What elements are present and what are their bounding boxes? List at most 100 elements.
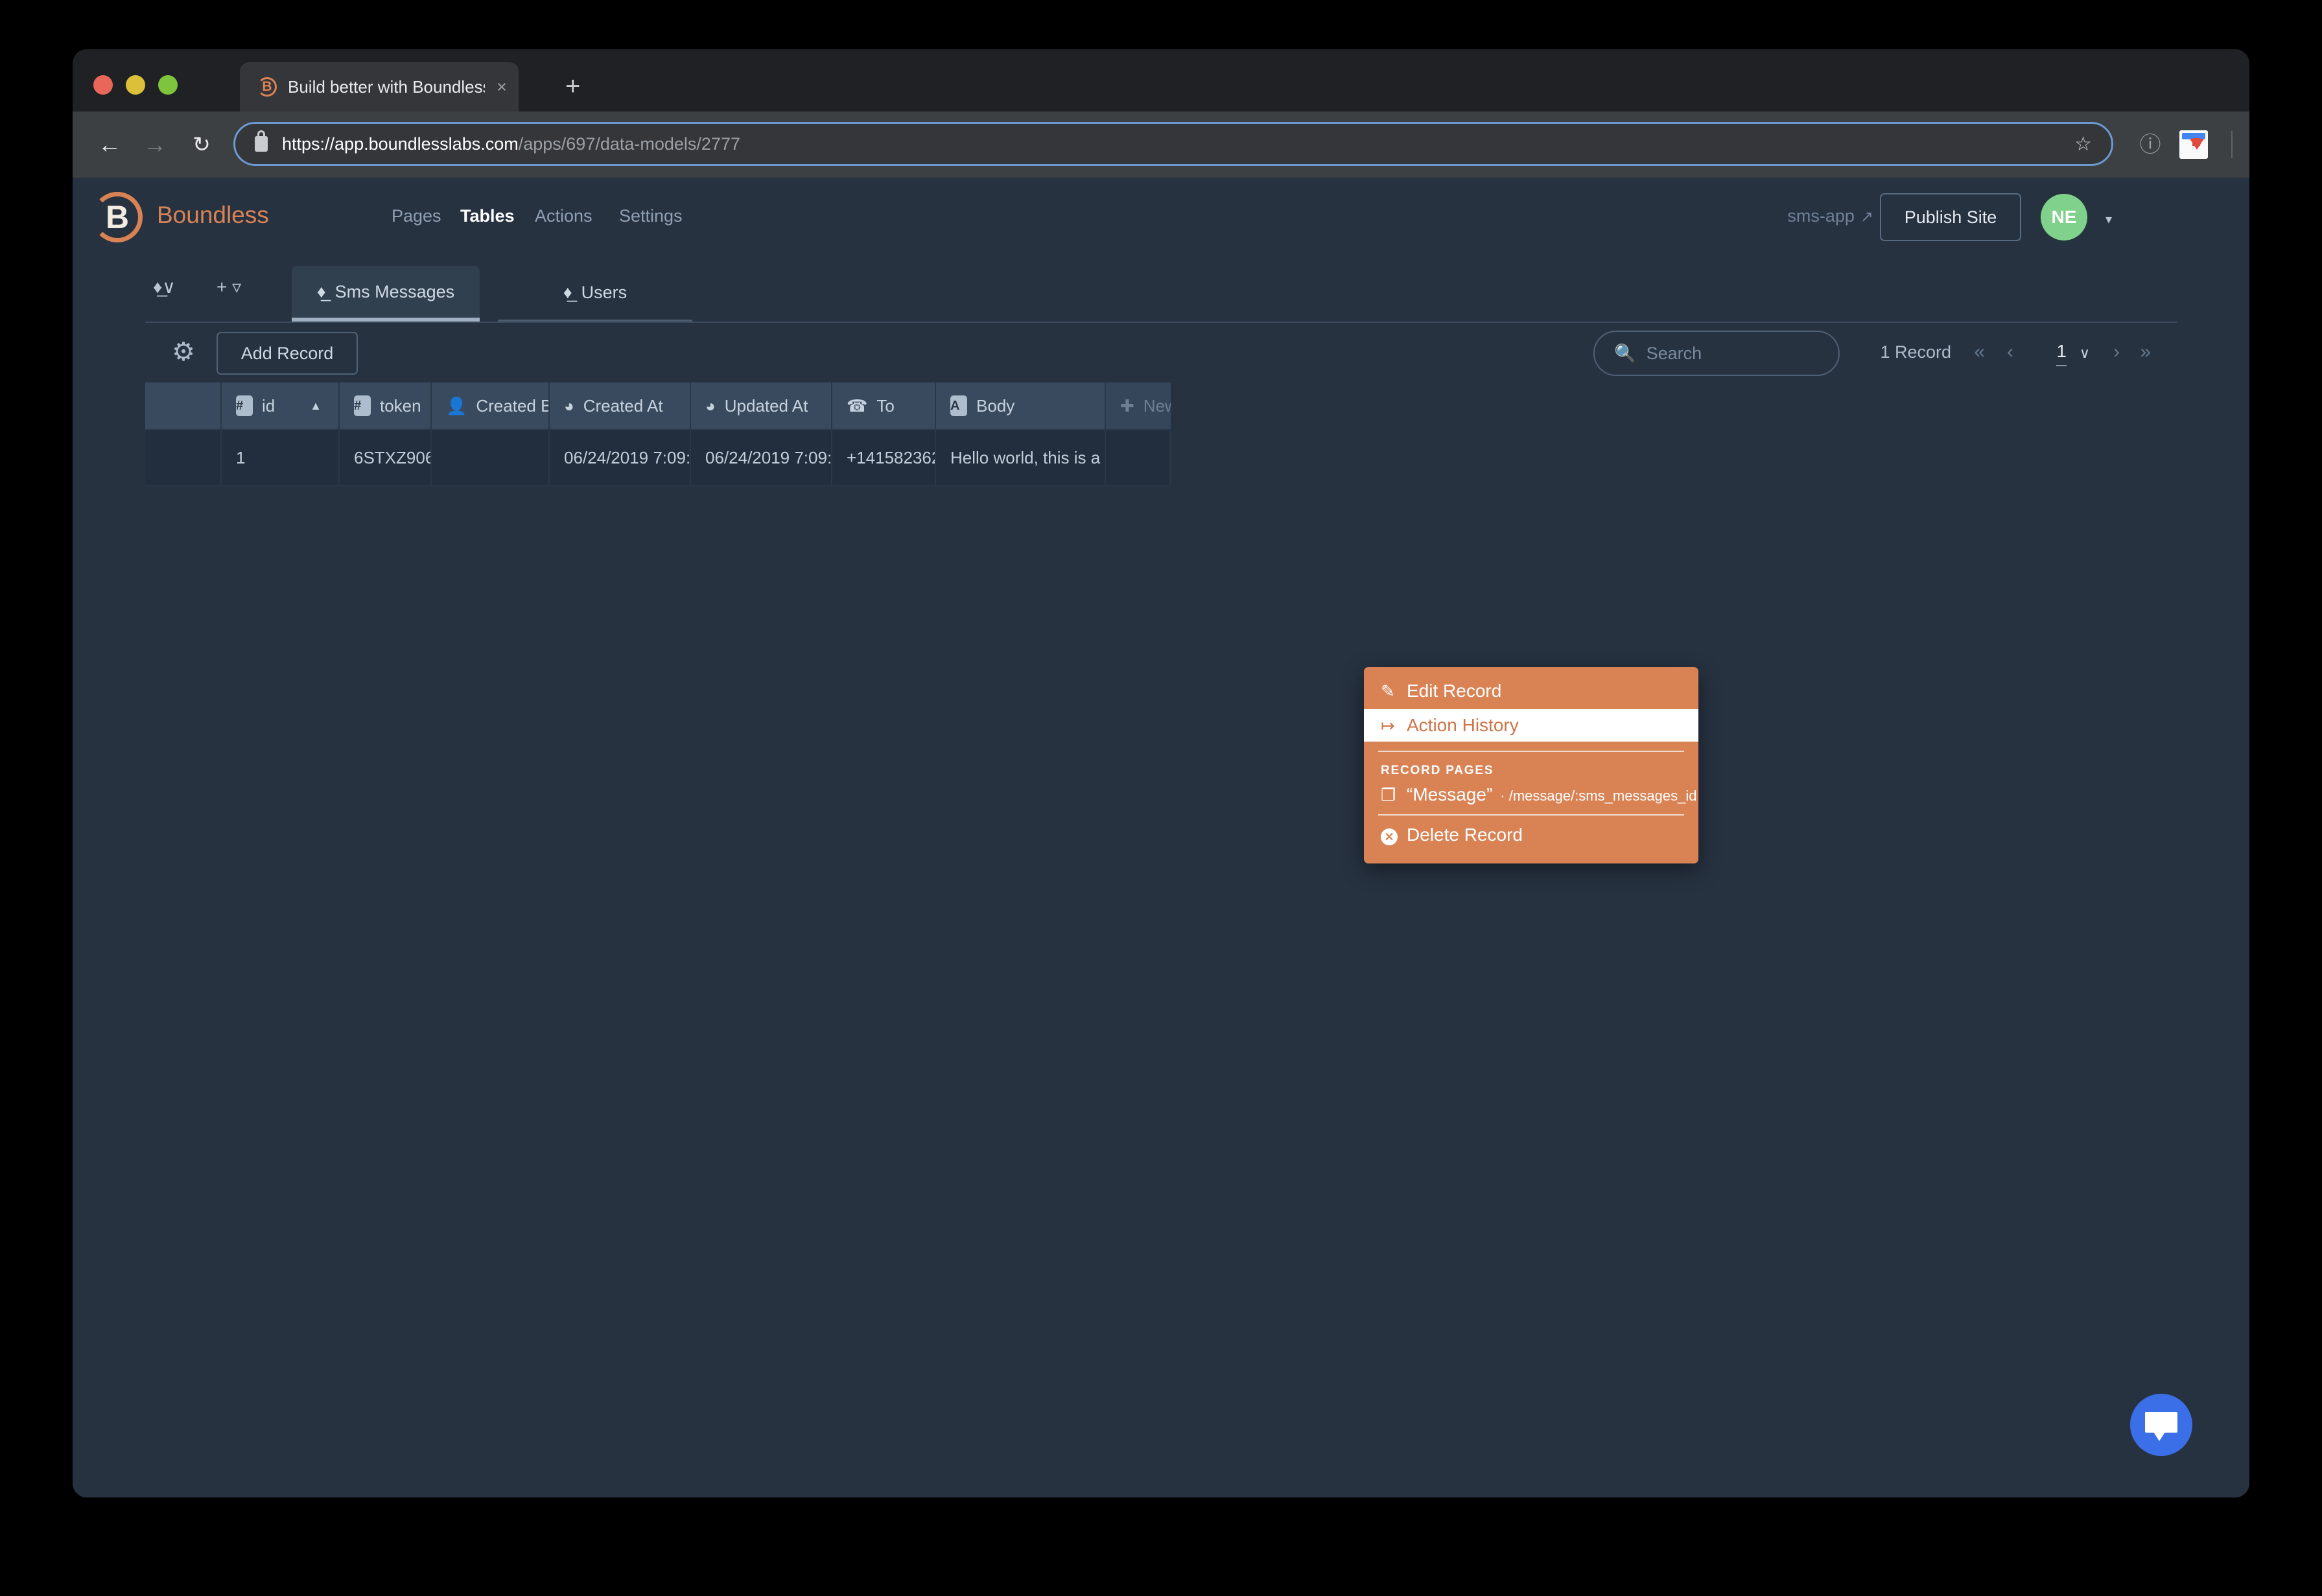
column-header-id-label: id [262, 395, 276, 416]
layers-icon: ♦̲ [563, 283, 572, 302]
cell-created-at[interactable]: 06/24/2019 7:09:45 PM [550, 430, 691, 486]
search-placeholder: Search [1646, 343, 1702, 363]
bookmark-star-icon[interactable]: ☆ [2074, 133, 2092, 156]
record-count-label: 1 Record [1880, 342, 1951, 362]
add-record-button[interactable]: Add Record [217, 332, 358, 375]
app-name-link[interactable]: sms-app ↗ [1787, 206, 1873, 226]
window-close-button[interactable] [93, 75, 113, 95]
column-header-token[interactable]: # token [340, 382, 432, 430]
logo-letter: B [105, 199, 130, 235]
extension-icon[interactable] [2179, 130, 2208, 159]
prev-page-button[interactable]: ‹ [2007, 341, 2013, 363]
cell-updated-at[interactable]: 06/24/2019 7:09:45 PM [691, 430, 832, 486]
record-context-menu: ✎ Edit Record ↦ Action History RECORD PA… [1364, 667, 1698, 863]
cell-created-by[interactable] [432, 430, 550, 486]
select-all-header[interactable] [145, 382, 222, 430]
menu-item-action-history[interactable]: ↦ Action History [1364, 709, 1698, 742]
menu-item-edit-record-label: Edit Record [1407, 681, 1502, 701]
avatar[interactable]: NE [2041, 194, 2087, 241]
number-icon: # [236, 395, 253, 416]
search-input[interactable]: 🔍 Search [1593, 331, 1840, 376]
window-maximize-button[interactable] [158, 75, 178, 95]
table-header-row: # id ▲ # token 👤 Created By ◕ Created At [145, 382, 2177, 430]
user-icon: 👤 [446, 395, 467, 416]
funnel-icon: ▿ [232, 277, 242, 297]
back-icon[interactable]: ← [92, 127, 127, 162]
table-row[interactable]: 1 6STXZ906… 06/24/2019 7:09:45 PM 06/24/… [145, 430, 2177, 486]
new-field-label: New Field [1143, 395, 1171, 416]
pencil-icon: ✎ [1381, 681, 1395, 701]
window-minimize-button[interactable] [126, 75, 145, 95]
column-header-to[interactable]: ☎ To [832, 382, 936, 430]
menu-item-edit-record[interactable]: ✎ Edit Record [1364, 676, 1698, 706]
column-header-id[interactable]: # id ▲ [222, 382, 340, 430]
forward-icon[interactable]: → [137, 127, 172, 162]
record-page-name: “Message” [1407, 784, 1493, 804]
plus-label: + [217, 277, 228, 297]
add-filter-button[interactable]: + ▿ [217, 276, 241, 298]
column-header-created-by[interactable]: 👤 Created By [432, 382, 550, 430]
chevron-down-icon[interactable]: ▾ [2105, 211, 2112, 228]
cell-new-field [1106, 430, 1171, 486]
nav-item-actions[interactable]: Actions [535, 206, 592, 226]
row-select-cell[interactable] [145, 430, 222, 486]
column-header-created-at[interactable]: ◕ Created At [550, 382, 691, 430]
column-header-to-label: To [876, 395, 895, 416]
cell-body[interactable]: Hello world, this is a message from [936, 430, 1106, 486]
search-icon: 🔍 [1614, 344, 1636, 363]
clock-icon: ◕ [564, 395, 574, 416]
first-page-button[interactable]: « [1974, 341, 1985, 363]
chevron-down-icon[interactable]: ∨ [2080, 345, 2090, 362]
url-host: https://app.boundlesslabs.com [282, 134, 519, 154]
nav-item-tables[interactable]: Tables [460, 206, 515, 226]
menu-item-record-page[interactable]: ❐ “Message” · /message/:sms_messages_id [1364, 778, 1698, 805]
brand-name: Boundless [157, 202, 269, 228]
clock-icon: ◕ [705, 395, 716, 416]
chat-bubble-icon[interactable] [2130, 1394, 2192, 1456]
layers-dropdown-button[interactable]: ♦̲∨ [153, 276, 176, 298]
boundless-logo-icon[interactable]: B [92, 192, 143, 242]
menu-section-label: RECORD PAGES [1381, 764, 1494, 777]
number-icon: # [354, 395, 371, 416]
column-header-body[interactable]: A Body [936, 382, 1106, 430]
reload-icon[interactable]: ↻ [184, 127, 219, 162]
arrow-right-icon: ↦ [1381, 715, 1395, 735]
document-icon: ❐ [1381, 785, 1396, 804]
app-header: B Boundless Pages Tables Actions Setting… [73, 178, 2249, 257]
page-number-select[interactable]: 1 [2056, 341, 2067, 366]
menu-divider [1378, 814, 1684, 816]
publish-site-button[interactable]: Publish Site [1880, 193, 2021, 241]
tab-sms-messages-label: Sms Messages [334, 281, 455, 301]
text-icon: A [950, 395, 967, 416]
tab-users[interactable]: ♦̲ Users [498, 266, 692, 322]
browser-tab[interactable]: B Build better with Boundless × [240, 62, 519, 111]
new-field-button[interactable]: ✚ New Field [1106, 382, 1171, 430]
tab-sms-messages[interactable]: ♦̲ Sms Messages [292, 266, 480, 322]
sort-asc-icon[interactable]: ▲ [310, 399, 322, 413]
column-header-updated-at[interactable]: ◕ Updated At [691, 382, 832, 430]
cell-token[interactable]: 6STXZ906… [340, 430, 432, 486]
info-icon[interactable]: ⓘ [2134, 128, 2166, 161]
menu-item-delete-record[interactable]: ✕ Delete Record [1364, 818, 1698, 852]
address-bar[interactable]: https://app.boundlesslabs.com/apps/697/d… [233, 122, 2113, 166]
next-page-button[interactable]: › [2113, 341, 2120, 363]
address-bar-url: https://app.boundlesslabs.com/apps/697/d… [282, 134, 740, 154]
column-header-created-by-label: Created By [476, 395, 548, 416]
layers-caret: ∨ [162, 277, 176, 297]
cell-id[interactable]: 1 [222, 430, 340, 486]
data-table: # id ▲ # token 👤 Created By ◕ Created At [145, 382, 2177, 486]
last-page-button[interactable]: » [2140, 341, 2151, 363]
cell-to[interactable]: +14158236243 [832, 430, 936, 486]
phone-icon: ☎ [847, 395, 868, 416]
nav-item-pages[interactable]: Pages [392, 206, 441, 226]
close-icon[interactable]: × [485, 78, 519, 96]
lock-icon [255, 130, 268, 152]
new-tab-button[interactable]: + [565, 73, 580, 99]
menu-item-delete-record-label: Delete Record [1407, 825, 1523, 845]
layers-icon: ♦̲ [316, 281, 326, 301]
browser-toolbar: ← → ↻ https://app.boundlesslabs.com/apps… [73, 111, 2249, 178]
gear-icon[interactable]: ⚙ [169, 337, 198, 367]
column-header-token-label: token [380, 395, 421, 416]
close-circle-icon: ✕ [1381, 825, 1407, 845]
nav-item-settings[interactable]: Settings [619, 206, 683, 226]
